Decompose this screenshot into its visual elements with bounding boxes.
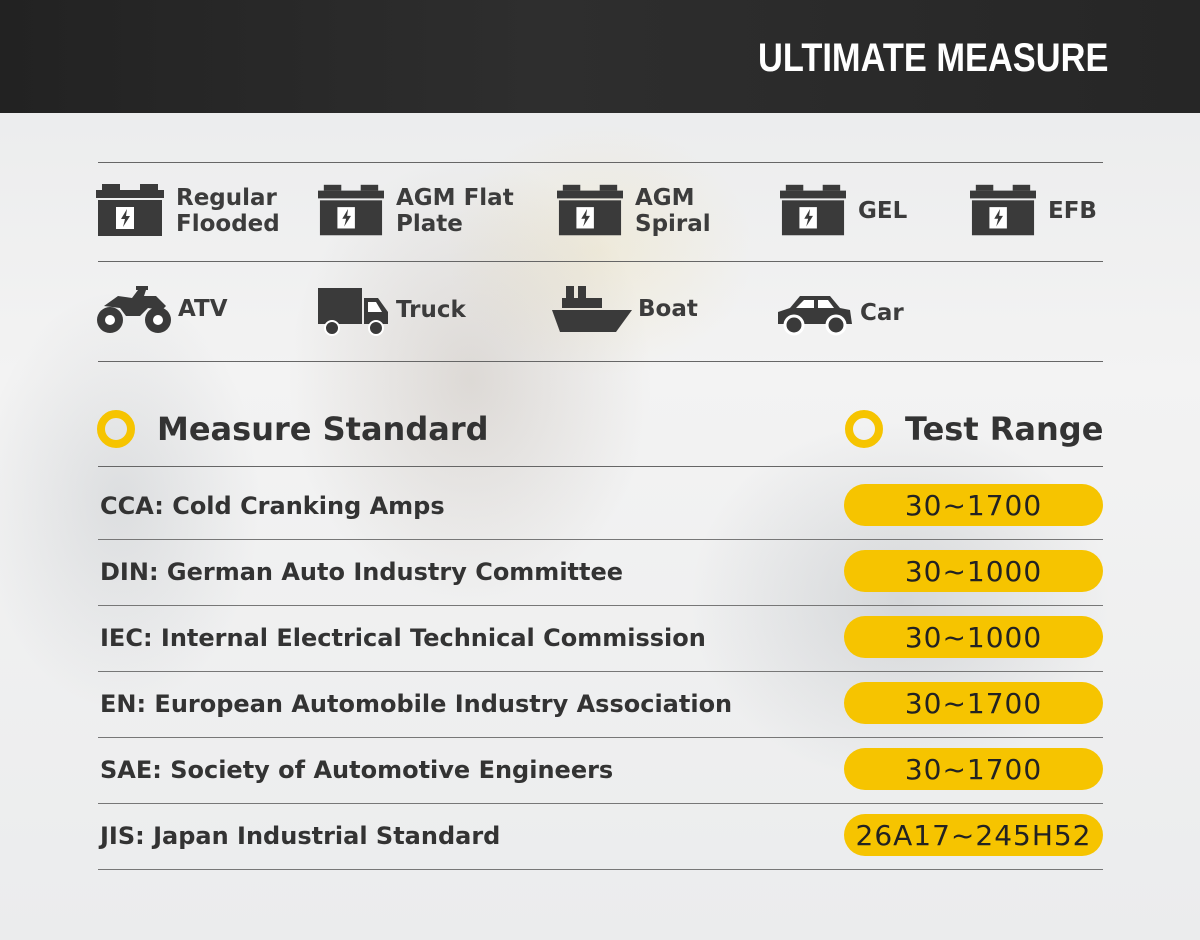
battery-type-label: Regular Flooded (176, 185, 280, 237)
battery-type-gel: GEL (780, 184, 907, 238)
header-bar: ULTIMATE MEASURE (0, 0, 1200, 113)
range-badge: 26A17~245H52 (844, 814, 1103, 856)
range-badge: 30~1000 (844, 550, 1103, 592)
divider (98, 162, 1103, 163)
test-range-header: Test Range (845, 410, 1103, 448)
divider (98, 466, 1103, 467)
atv-icon (96, 282, 172, 336)
battery-type-agm-flat-plate: AGM Flat Plate (318, 184, 514, 238)
battery-icon (780, 184, 846, 238)
standard-name: EN: European Automobile Industry Associa… (100, 690, 733, 718)
battery-type-regular-flooded: Regular Flooded (96, 184, 280, 238)
battery-type-agm-spiral: AGM Spiral (557, 184, 711, 238)
table-row: DIN: German Auto Industry Committee 30~1… (98, 540, 1103, 606)
vehicle-label: Boat (638, 296, 698, 322)
vehicle-truck: Truck (318, 284, 466, 336)
vehicle-atv: ATV (96, 282, 228, 336)
circle-bullet-icon (845, 410, 883, 448)
table-row: JIS: Japan Industrial Standard 26A17~245… (98, 804, 1103, 870)
vehicle-car: Car (774, 290, 904, 336)
table-row: EN: European Automobile Industry Associa… (98, 672, 1103, 738)
vehicle-label: Car (860, 300, 904, 326)
range-badge: 30~1700 (844, 484, 1103, 526)
standard-name: SAE: Society of Automotive Engineers (100, 756, 614, 784)
table-row: CCA: Cold Cranking Amps 30~1700 (98, 474, 1103, 540)
standard-name: DIN: German Auto Industry Committee (100, 558, 624, 586)
column-header: Test Range (905, 410, 1104, 448)
range-badge: 30~1700 (844, 748, 1103, 790)
table-row: SAE: Society of Automotive Engineers 30~… (98, 738, 1103, 804)
battery-icon (318, 184, 384, 238)
vehicle-label: ATV (178, 296, 228, 322)
divider (98, 261, 1103, 262)
range-badge: 30~1000 (844, 616, 1103, 658)
standard-name: IEC: Internal Electrical Technical Commi… (100, 624, 706, 652)
circle-bullet-icon (97, 410, 135, 448)
vehicle-label: Truck (396, 297, 466, 323)
battery-type-label: GEL (858, 198, 908, 224)
standard-name: JIS: Japan Industrial Standard (100, 822, 501, 850)
car-icon (774, 290, 854, 336)
battery-type-label: AGM Flat Plate (396, 185, 514, 237)
battery-icon (970, 184, 1036, 238)
divider (98, 869, 1103, 870)
vehicle-boat: Boat (552, 284, 698, 334)
divider (98, 361, 1103, 362)
truck-icon (318, 284, 390, 336)
range-badge: 30~1700 (844, 682, 1103, 724)
measure-standard-header: Measure Standard (97, 410, 489, 448)
table-row: IEC: Internal Electrical Technical Commi… (98, 606, 1103, 672)
battery-icon (557, 184, 623, 238)
battery-type-efb: EFB (970, 184, 1097, 238)
battery-type-label: AGM Spiral (635, 185, 711, 237)
page-title: ULTIMATE MEASURE (757, 36, 1108, 80)
battery-type-label: EFB (1048, 198, 1097, 224)
battery-icon (96, 184, 164, 238)
standard-name: CCA: Cold Cranking Amps (100, 492, 445, 520)
column-header: Measure Standard (157, 410, 489, 448)
boat-icon (552, 284, 632, 334)
